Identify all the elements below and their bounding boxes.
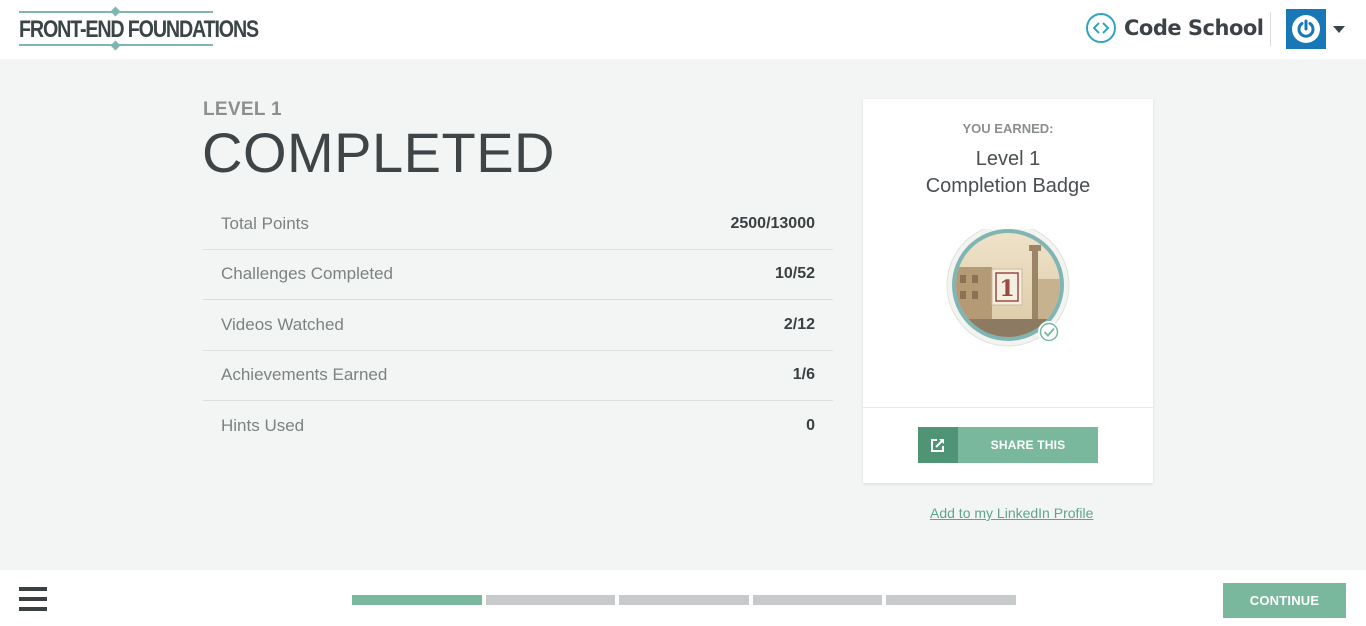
stat-value: 2/12 (783, 315, 815, 333)
top-header: FRONT-END FOUNDATIONS Code School (0, 0, 1366, 59)
stats-table: Total Points 2500/13000 Challenges Compl… (203, 199, 833, 452)
completion-badge-image: 1 (946, 223, 1070, 353)
stat-label: Videos Watched (221, 314, 344, 334)
progress-segment-incomplete (752, 595, 883, 605)
share-label: SHARE THIS (990, 438, 1066, 452)
code-brackets-icon (1086, 13, 1116, 43)
stat-value: 2500/13000 (730, 214, 815, 232)
code-school-brand[interactable]: Code School (1086, 12, 1264, 44)
stat-label: Challenges Completed (221, 264, 393, 284)
brand-name: Code School (1124, 16, 1264, 40)
card-divider (863, 407, 1153, 408)
bottom-bar: CONTINUE (0, 570, 1366, 626)
hamburger-menu-icon[interactable] (19, 587, 47, 611)
user-menu-caret-icon[interactable] (1333, 26, 1345, 33)
badge-title-line2: Completion Badge (925, 175, 1091, 197)
header-divider (1270, 12, 1271, 46)
stat-row-hints: Hints Used 0 (203, 401, 833, 452)
stat-value: 1/6 (792, 366, 815, 384)
badge-title: Level 1 Completion Badge (863, 146, 1153, 200)
badge-number: 1 (999, 276, 1014, 302)
badge-card: YOU EARNED: Level 1 Completion Badge 1 S… (863, 99, 1153, 483)
user-avatar[interactable] (1286, 9, 1326, 49)
progress-segment-complete (352, 595, 482, 605)
linkedin-link[interactable]: Add to my LinkedIn Profile (930, 505, 1093, 521)
stat-row-videos: Videos Watched 2/12 (203, 300, 833, 351)
you-earned-label: YOU EARNED: (962, 121, 1054, 136)
course-title: FRONT-END FOUNDATIONS (19, 16, 259, 43)
logo-diamond-top (110, 6, 121, 17)
course-logo[interactable]: FRONT-END FOUNDATIONS (19, 6, 259, 51)
stat-label: Hints Used (221, 416, 305, 436)
progress-segment-incomplete (485, 595, 616, 605)
badge-title-line1: Level 1 (975, 148, 1041, 170)
stat-row-challenges: Challenges Completed 10/52 (203, 250, 833, 300)
level-label: LEVEL 1 (203, 99, 282, 120)
continue-button[interactable]: CONTINUE (1223, 583, 1346, 618)
share-button[interactable]: SHARE THIS (918, 427, 1098, 463)
progress-segment-incomplete (886, 595, 1016, 605)
stat-row-total-points: Total Points 2500/13000 (203, 199, 833, 250)
share-icon (918, 427, 958, 463)
stat-label: Achievements Earned (221, 365, 388, 385)
level-progress-bar (352, 595, 1016, 605)
stat-value: 0 (806, 417, 815, 435)
completed-title: COMPLETED (202, 121, 555, 184)
stat-row-achievements: Achievements Earned 1/6 (203, 351, 833, 401)
power-icon (1292, 15, 1320, 43)
stat-value: 10/52 (774, 265, 815, 283)
stat-label: Total Points (221, 213, 309, 233)
progress-segment-incomplete (619, 595, 749, 605)
